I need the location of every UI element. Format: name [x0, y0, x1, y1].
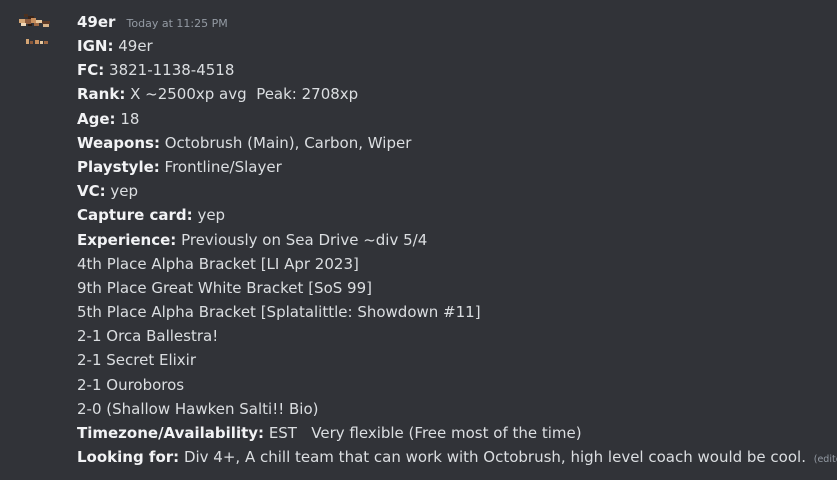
message-content: 49er Today at 11:25 PM IGN: 49er FC: 382…	[77, 10, 837, 469]
pixel-art-avatar-icon	[16, 10, 56, 50]
message-body: IGN: 49er FC: 3821-1138-4518 Rank: X ~25…	[77, 34, 837, 469]
field-rank: Rank: X ~2500xp avg Peak: 2708xp	[77, 82, 827, 106]
field-value: Div 4+, A chill team that can work with …	[183, 448, 806, 467]
experience-line: 2-1 Orca Ballestra!	[77, 327, 219, 346]
field-label: Rank:	[77, 85, 126, 104]
field-label: Timezone/Availability:	[77, 424, 265, 442]
field-value: 18	[120, 109, 140, 128]
experience-line: 2-0 (Shallow Hawken Salti!! Bio)	[77, 399, 319, 418]
field-value: yep	[197, 206, 226, 225]
field-capture-card: Capture card: yep	[77, 203, 827, 227]
field-value: yep	[110, 182, 139, 201]
field-fc: FC: 3821-1138-4518	[77, 58, 827, 82]
experience-line: 4th Place Alpha Bracket [LI Apr 2023]	[77, 254, 359, 273]
field-value: Previously on Sea Drive ~div 5/4	[181, 230, 428, 249]
field-vc: VC: yep	[77, 179, 827, 203]
field-label: Age:	[77, 109, 116, 128]
field-value: 3821-1138-4518	[109, 61, 235, 80]
timestamp[interactable]: Today at 11:25 PM	[127, 17, 228, 30]
username[interactable]: 49er	[77, 13, 115, 31]
chat-message: 49er Today at 11:25 PM IGN: 49er FC: 382…	[0, 0, 837, 480]
field-age: Age: 18	[77, 107, 827, 131]
edited-indicator[interactable]: (edited)	[814, 454, 837, 465]
field-value: X ~2500xp avg Peak: 2708xp	[130, 85, 359, 104]
experience-line: 5th Place Alpha Bracket [Splatalittle: S…	[77, 303, 481, 322]
field-label: Looking for:	[77, 448, 180, 467]
field-label: VC:	[77, 182, 106, 201]
field-label: Experience:	[77, 230, 177, 249]
field-experience: Experience: Previously on Sea Drive ~div…	[77, 228, 827, 252]
field-label: Weapons:	[77, 133, 160, 152]
field-playstyle: Playstyle: Frontline/Slayer	[77, 155, 827, 179]
avatar-icon[interactable]	[16, 10, 56, 50]
field-label: Playstyle:	[77, 157, 160, 176]
field-label: Capture card:	[77, 206, 193, 225]
field-value: EST Very flexible (Free most of the time…	[268, 424, 582, 442]
experience-line: 2-1 Ouroboros	[77, 375, 185, 394]
field-weapons: Weapons: Octobrush (Main), Carbon, Wiper	[77, 131, 827, 155]
experience-line: 9th Place Great White Bracket [SoS 99]	[77, 278, 372, 297]
field-timezone: Timezone/Availability: EST Very flexible…	[77, 421, 827, 445]
message-header: 49er Today at 11:25 PM	[77, 10, 827, 34]
experience-line: 2-1 Secret Elixir	[77, 351, 197, 370]
field-label: FC:	[77, 61, 105, 80]
field-ign: IGN: 49er	[77, 34, 827, 58]
field-label: IGN:	[77, 37, 114, 55]
field-looking-for: Looking for: Div 4+, A chill team that c…	[77, 445, 837, 469]
field-value: Frontline/Slayer	[164, 157, 282, 176]
field-value: 49er	[118, 37, 153, 55]
field-value: Octobrush (Main), Carbon, Wiper	[164, 133, 412, 152]
